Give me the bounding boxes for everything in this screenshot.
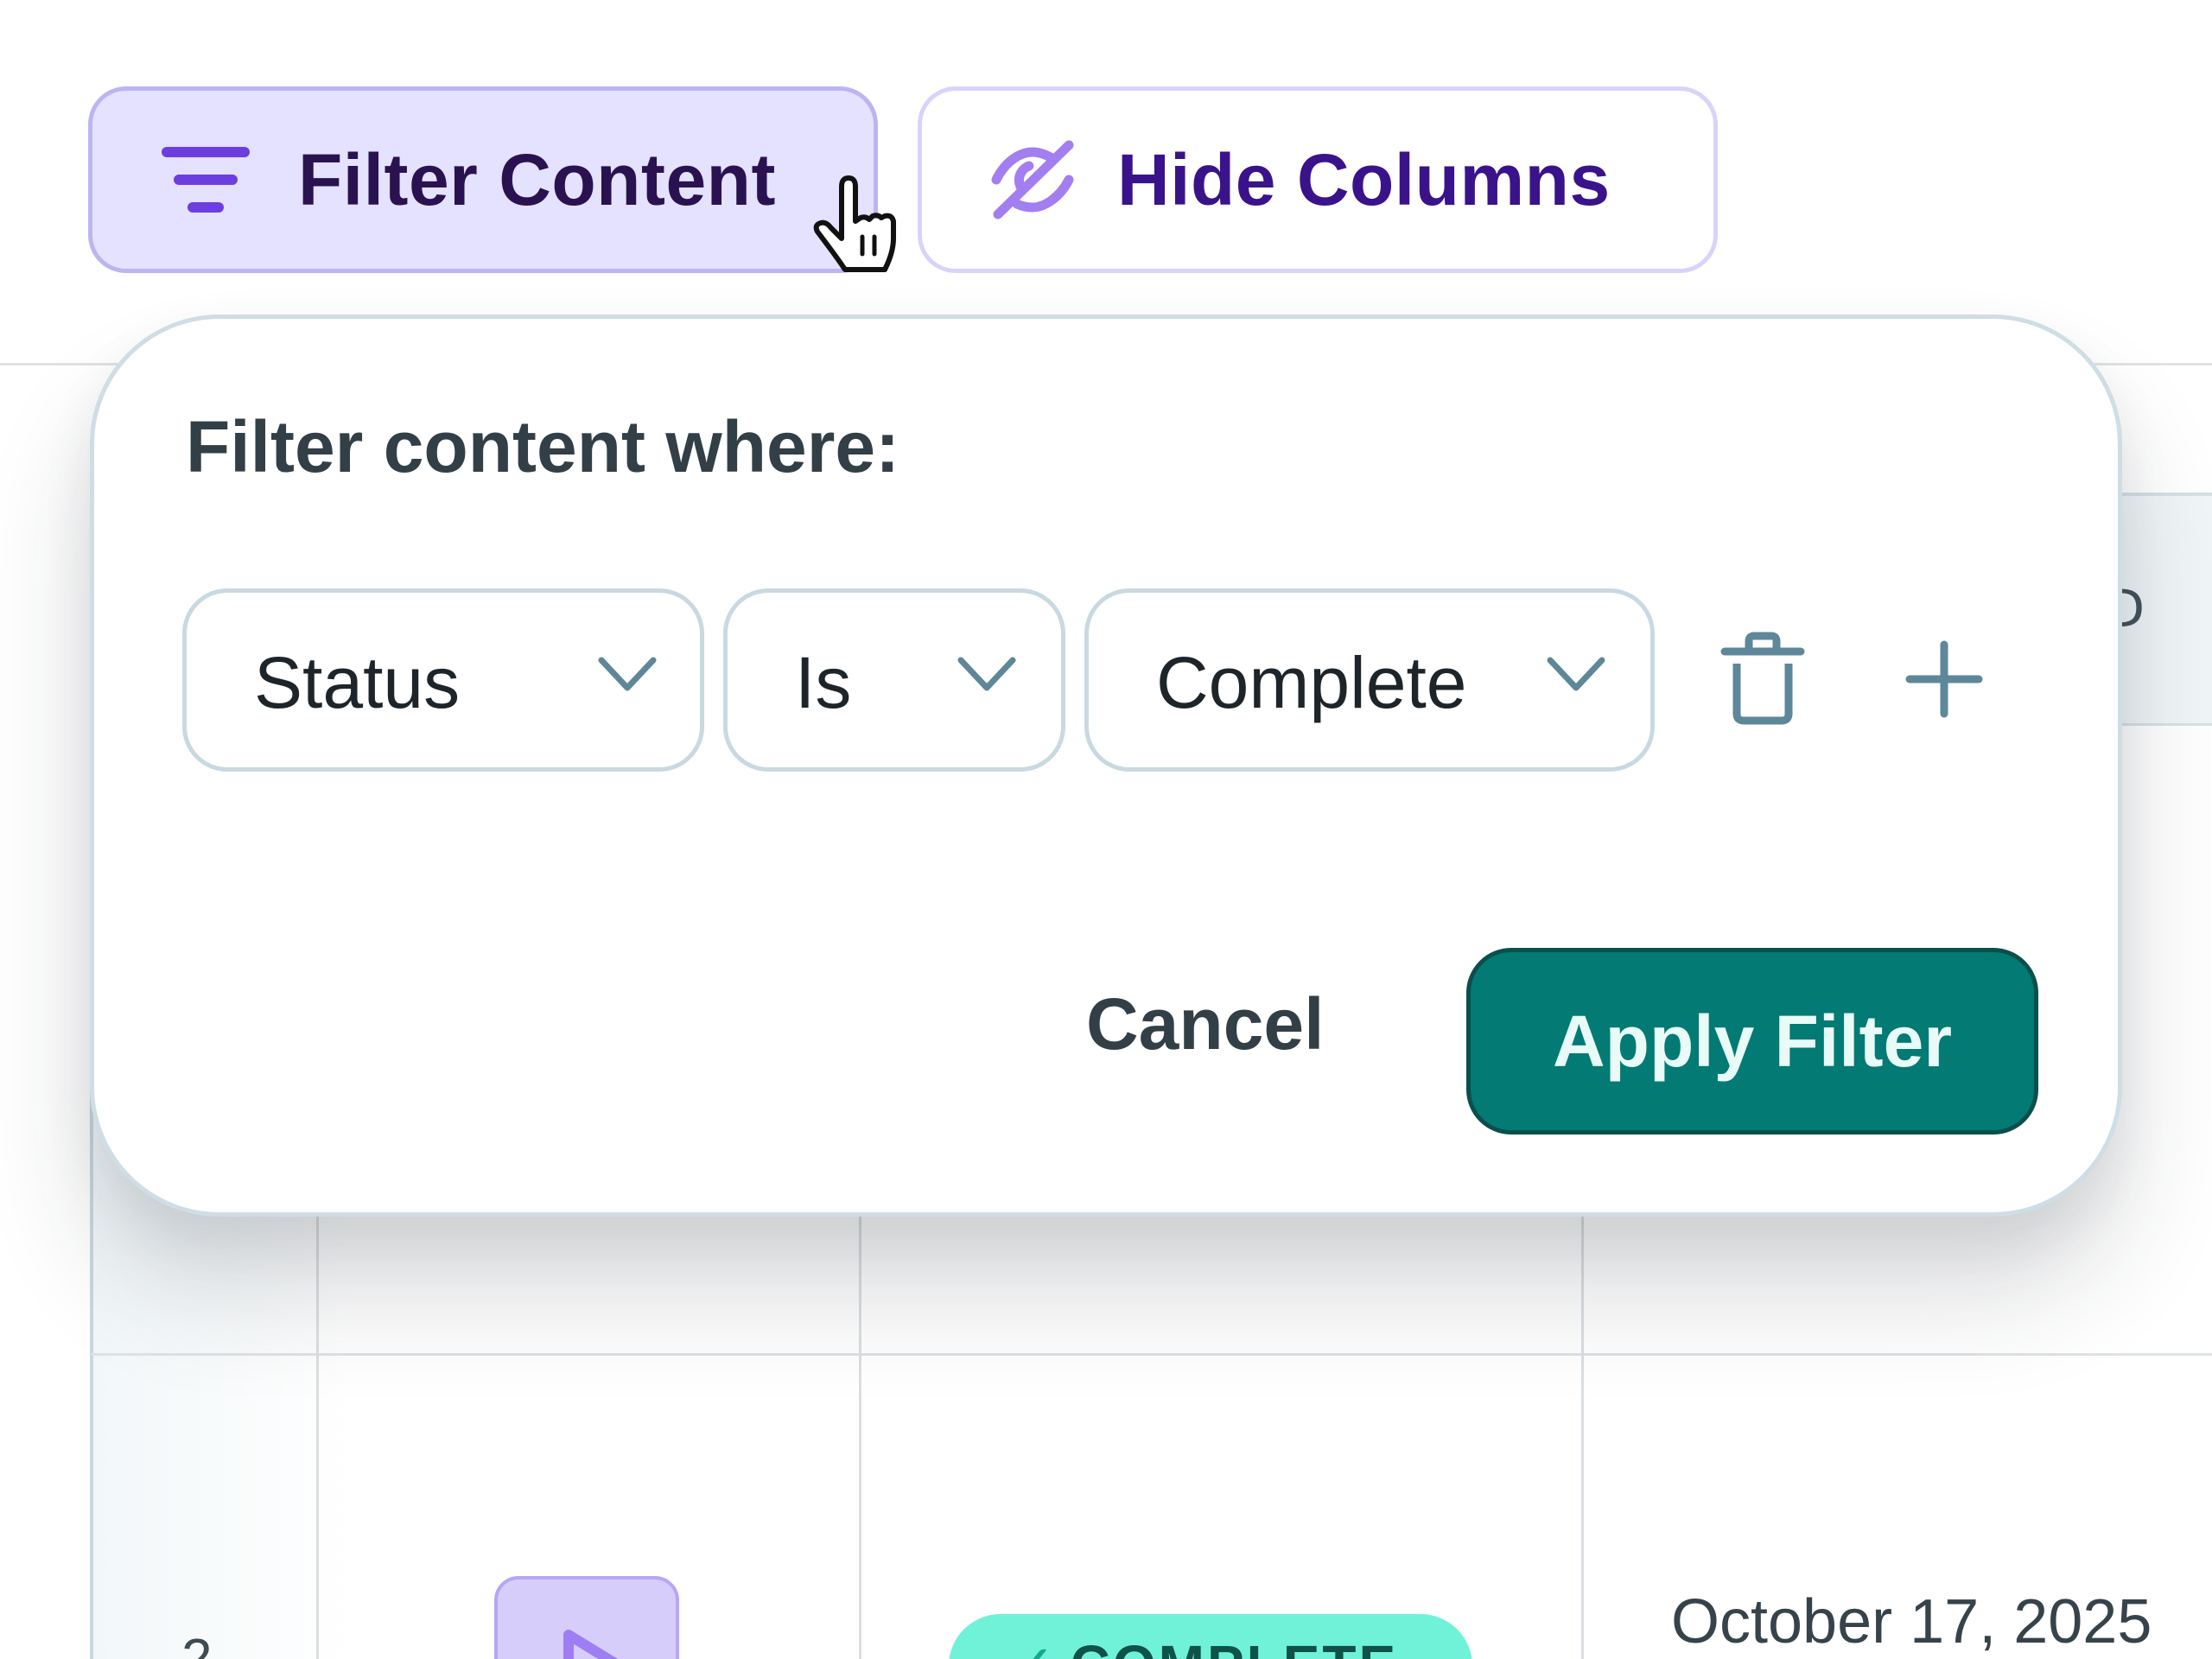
value-select[interactable]: Complete [1084,588,1655,772]
delete-rule-button[interactable] [1707,623,1819,735]
cancel-button[interactable]: Cancel [1086,972,1324,1076]
chevron-down-icon [1547,657,1605,691]
date-cell: October 17, 2025 [1671,1587,2152,1656]
field-select[interactable]: Status [182,588,704,772]
plus-icon [1905,640,1983,718]
field-select-value: Status [254,642,461,723]
filter-content-label: Filter Content [298,138,776,220]
content-thumbnail[interactable] [494,1576,679,1659]
filter-content-button[interactable]: Filter Content [88,86,878,273]
hand-pointer-cursor [813,175,896,272]
hide-columns-button[interactable]: Hide Columns [918,86,1718,273]
row-number: 2 [181,1627,213,1659]
operator-select-value: Is [795,642,852,723]
filter-popover: Filter content where: Status Is Complete [90,315,2122,1217]
value-select-value: Complete [1156,642,1467,723]
operator-select[interactable]: Is [723,588,1065,772]
eye-off-icon [991,140,1074,219]
apply-filter-button[interactable]: Apply Filter [1466,948,2038,1135]
play-icon [563,1630,619,1659]
add-rule-button[interactable] [1888,623,2000,735]
filter-lines-icon [162,147,250,213]
check-icon: ✓ [1009,1634,1058,1659]
chevron-down-icon [598,657,657,691]
status-badge-label: COMPLETE [1071,1634,1399,1659]
app-canvas: D 2 ✓COMPLETE October 17, 2025 Filter Co… [0,0,2212,1659]
table-row-divider [92,1353,2212,1356]
popover-title: Filter content where: [186,406,900,487]
hide-columns-label: Hide Columns [1117,138,1611,220]
chevron-down-icon [957,657,1016,691]
status-badge: ✓ COMPLETE [949,1614,1472,1659]
trash-icon [1720,632,1805,725]
